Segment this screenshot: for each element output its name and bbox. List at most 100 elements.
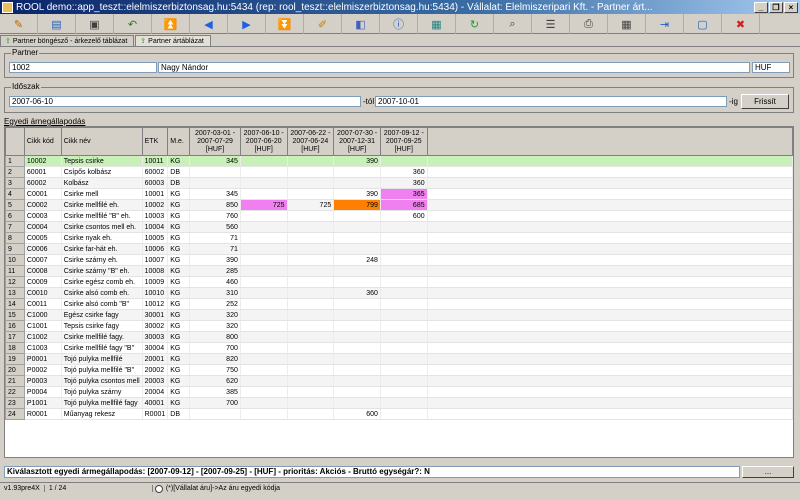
cell-price[interactable]	[240, 408, 288, 420]
column-header[interactable]: ETK	[141, 127, 169, 156]
window-close-icon[interactable]: ×	[784, 1, 798, 13]
toolbar-button-print[interactable]: ⎙	[570, 14, 608, 34]
table-row[interactable]: 8 C0005 Csirke nyak eh. 10005 KG 71	[5, 232, 793, 244]
toolbar-button-grid[interactable]: ☰	[532, 14, 570, 34]
cell-price[interactable]	[240, 221, 288, 233]
cell-price[interactable]	[287, 298, 335, 310]
minimize-icon[interactable]: _	[754, 1, 768, 13]
cell-price[interactable]	[380, 265, 428, 277]
cell-price[interactable]: 460	[189, 276, 241, 288]
cell-price[interactable]	[240, 397, 288, 409]
partner-code-field[interactable]: 1002	[9, 62, 157, 73]
toolbar-button-open-folder[interactable]: ▤	[38, 14, 76, 34]
table-row[interactable]: 6 C0003 Csirke mellfilé "B" eh. 10003 KG 760 6…	[5, 210, 793, 222]
table-row[interactable]: 20 P0002 Tojó pulyka mellfilé "B" 20002 KG 75…	[5, 364, 793, 376]
cell-price[interactable]	[380, 254, 428, 266]
period-column-header[interactable]: 2007-09-12 - 2007-09-25 [HUF]	[379, 127, 428, 156]
column-header[interactable]: M.e.	[167, 127, 191, 156]
cell-price[interactable]: 820	[189, 353, 241, 365]
cell-price[interactable]: 365	[380, 188, 428, 200]
cell-price[interactable]: 390	[333, 155, 381, 167]
cell-price[interactable]	[380, 386, 428, 398]
cell-price[interactable]	[380, 155, 428, 167]
table-row[interactable]: 19 P0001 Tojó pulyka mellfilé 20001 KG 820	[5, 353, 793, 365]
cell-price[interactable]	[333, 364, 381, 376]
cell-price[interactable]	[287, 342, 335, 354]
table-row[interactable]: 14 C0011 Csirke alsó comb "B" 10012 KG 252	[5, 298, 793, 310]
cell-price[interactable]	[240, 353, 288, 365]
cell-price[interactable]	[333, 210, 381, 222]
partner-name-field[interactable]: Nagy Nándor	[158, 62, 750, 73]
table-row[interactable]: 22 P0004 Tojó pulyka szárny 20004 KG 385	[5, 386, 793, 398]
cell-price[interactable]: 850	[189, 199, 241, 211]
cell-price[interactable]: 71	[189, 232, 241, 244]
cell-price[interactable]	[287, 210, 335, 222]
cell-price[interactable]	[287, 243, 335, 255]
cell-price[interactable]	[240, 155, 288, 167]
toolbar-button-undo[interactable]: ↶	[114, 14, 152, 34]
cell-price[interactable]	[287, 221, 335, 233]
period-column-header[interactable]: 2007-03-01 - 2007-07-29 [HUF]	[189, 127, 241, 156]
toolbar-button-edit[interactable]: ✎	[0, 14, 38, 34]
cell-price[interactable]	[287, 166, 335, 178]
cell-price[interactable]: 360	[380, 177, 428, 189]
table-row[interactable]: 18 C1003 Csirke mellfilé fagy "B" 30004 KG 70…	[5, 342, 793, 354]
cell-price[interactable]	[333, 265, 381, 277]
cell-price[interactable]	[380, 342, 428, 354]
cell-price[interactable]	[189, 408, 241, 420]
table-row[interactable]: 23 P1001 Tojó pulyka mellfilé fagy 40001 KG 7…	[5, 397, 793, 409]
cell-price[interactable]	[240, 166, 288, 178]
cell-price[interactable]: 345	[189, 188, 241, 200]
cell-price[interactable]	[333, 232, 381, 244]
cell-price[interactable]: 310	[189, 287, 241, 299]
cell-price[interactable]	[287, 331, 335, 343]
date-to-field[interactable]: 2007-10-01	[375, 96, 727, 107]
cell-price[interactable]	[380, 408, 428, 420]
cell-price[interactable]: 750	[189, 364, 241, 376]
cell-price[interactable]	[287, 309, 335, 321]
toolbar-button-save[interactable]: ▣	[76, 14, 114, 34]
cell-price[interactable]	[240, 254, 288, 266]
table-row[interactable]: 2 60001 Csípős kolbász 60002 DB 360	[5, 166, 793, 178]
cell-price[interactable]	[240, 298, 288, 310]
table-row[interactable]: 16 C1001 Tepsis csirke fagy 30002 KG 320	[5, 320, 793, 332]
toolbar-button-info[interactable]: ⓘ	[380, 14, 418, 34]
cell-price[interactable]	[333, 342, 381, 354]
cell-price[interactable]: 620	[189, 375, 241, 387]
cell-price[interactable]	[240, 265, 288, 277]
cell-price[interactable]	[333, 386, 381, 398]
cell-price[interactable]	[380, 364, 428, 376]
table-row[interactable]: 5 C0002 Csirke mellfilé eh. 10002 KG 850 725 72…	[5, 199, 793, 211]
cell-price[interactable]	[240, 386, 288, 398]
tab-1[interactable]: ⇪ Partner böngésző - árkezelő táblázat	[0, 35, 135, 46]
cell-price[interactable]: 799	[333, 199, 381, 211]
cell-price[interactable]	[333, 221, 381, 233]
cell-price[interactable]	[287, 353, 335, 365]
toolbar-button-export[interactable]: ⇥	[646, 14, 684, 34]
period-column-header[interactable]: 2007-06-22 - 2007-06-24 [HUF]	[286, 127, 335, 156]
restore-icon[interactable]: ❐	[769, 1, 783, 13]
toolbar-button-search[interactable]: ⌕	[494, 14, 532, 34]
cell-price[interactable]	[380, 320, 428, 332]
cell-price[interactable]	[189, 177, 241, 189]
toolbar-button-first[interactable]: ⏫	[152, 14, 190, 34]
cell-price[interactable]: 345	[189, 155, 241, 167]
period-column-header[interactable]: 2007-07-30 - 2007-12-31 [HUF]	[333, 127, 381, 156]
cell-price[interactable]	[240, 177, 288, 189]
cell-price[interactable]: 600	[333, 408, 381, 420]
cell-price[interactable]	[333, 309, 381, 321]
cell-price[interactable]	[240, 243, 288, 255]
toolbar-button-close[interactable]: ✖	[722, 14, 760, 34]
cell-price[interactable]: 320	[189, 309, 241, 321]
cell-price[interactable]: 700	[189, 397, 241, 409]
cell-price[interactable]: 320	[189, 320, 241, 332]
cell-price[interactable]	[240, 364, 288, 376]
cell-price[interactable]	[287, 364, 335, 376]
cell-price[interactable]	[240, 287, 288, 299]
cell-price[interactable]	[380, 375, 428, 387]
cell-price[interactable]: 71	[189, 243, 241, 255]
cell-price[interactable]	[333, 375, 381, 387]
cell-price[interactable]	[333, 320, 381, 332]
table-row[interactable]: 12 C0009 Csirke egész comb eh. 10009 KG 460	[5, 276, 793, 288]
column-header[interactable]: Cikk név	[60, 127, 143, 156]
